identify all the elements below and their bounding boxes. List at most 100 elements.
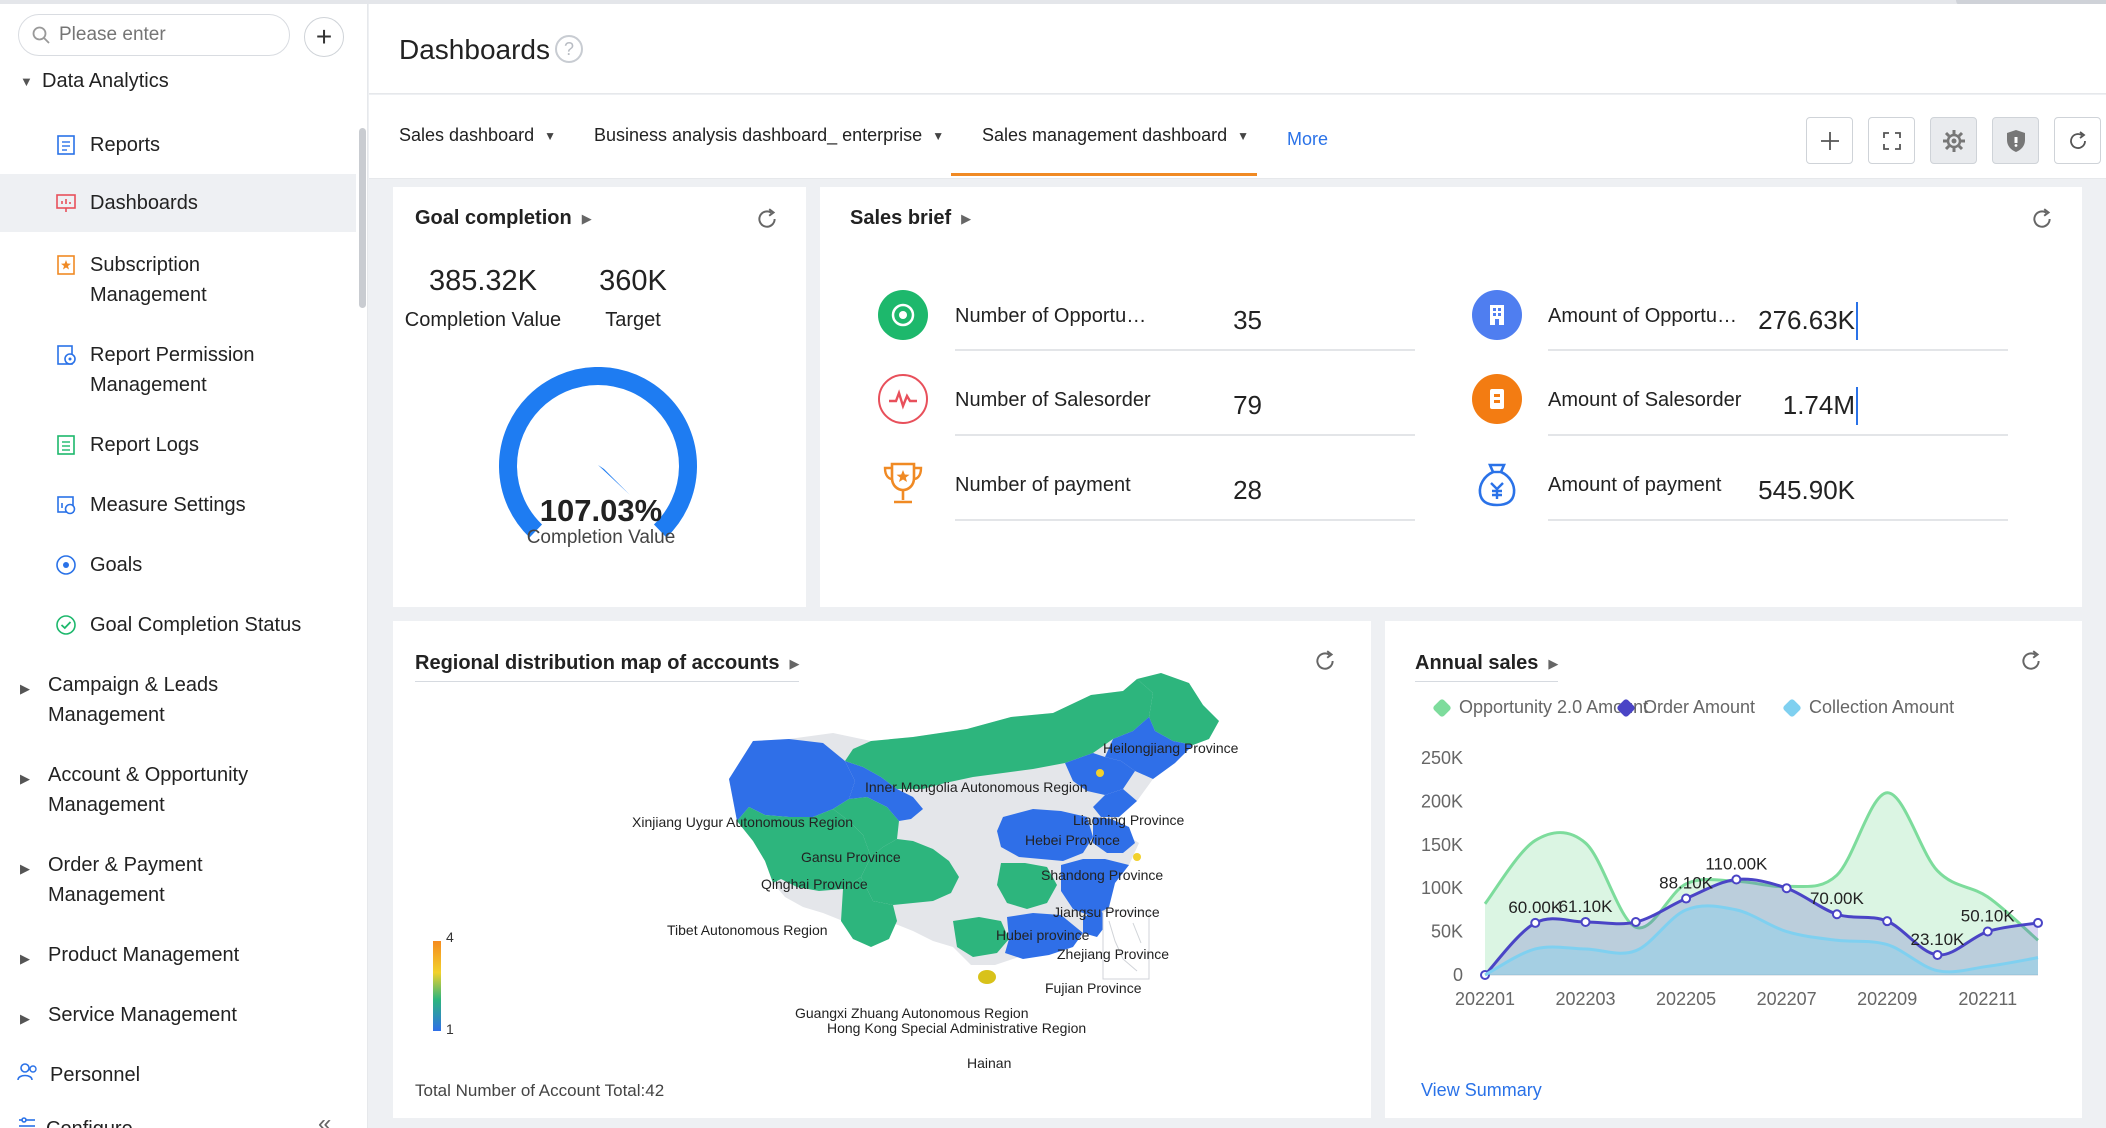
settings-button[interactable] — [1930, 117, 1977, 164]
sidebar-item-goal-completion-status[interactable]: Goal Completion Status — [0, 610, 356, 640]
data-label: 61.10K — [1559, 897, 1614, 916]
map-label: Hebei Province — [1025, 832, 1120, 848]
caret-right-icon: ▶ — [20, 861, 30, 876]
sidebar-item-goals[interactable]: Goals — [0, 550, 356, 580]
nav-item-label: Configure — [46, 1114, 133, 1128]
nav-section-product[interactable]: ▶ Product Management — [0, 940, 356, 974]
x-tick-label: 202211 — [1958, 989, 2017, 1009]
data-label: 70.00K — [1810, 889, 1865, 908]
sidebar-item-report-permission[interactable]: Report Permission Management — [0, 340, 356, 400]
chevron-down-icon: ▼ — [1237, 128, 1250, 143]
sidebar-item-label: Measure Settings — [90, 494, 246, 516]
map-footer: Total Number of Account Total:42 — [415, 1081, 665, 1100]
divider — [955, 349, 1415, 351]
card-title[interactable]: Goal completion ▶ — [415, 207, 592, 230]
add-dashboard-button[interactable] — [1806, 117, 1853, 164]
nav-section-service[interactable]: ▶ Service Management — [0, 1000, 356, 1034]
nav-section-campaign-leads[interactable]: ▶ Campaign & Leads Management — [0, 670, 356, 730]
help-icon[interactable]: ? — [555, 35, 583, 63]
brief-label: Number of Salesorder — [955, 389, 1151, 411]
scale-max-label: 4 — [446, 929, 454, 945]
goal-icon — [54, 553, 78, 577]
measure-settings-icon — [54, 493, 78, 517]
sidebar-item-measure-settings[interactable]: Measure Settings — [0, 490, 356, 520]
search-input[interactable] — [59, 24, 259, 46]
data-label: 23.10K — [1911, 930, 1966, 949]
y-tick-label: 250K — [1421, 748, 1463, 768]
data-label: 60.00K — [1508, 898, 1563, 917]
scale-min-label: 1 — [446, 1021, 454, 1037]
fullscreen-button[interactable] — [1868, 117, 1915, 164]
caret-right-icon: ▶ — [961, 210, 972, 226]
more-tabs-link[interactable]: More — [1287, 129, 1328, 150]
map-label: Hubei province — [996, 927, 1090, 943]
collapse-sidebar-icon[interactable]: « — [318, 1110, 331, 1128]
card-title-text: Sales brief — [850, 207, 952, 229]
sidebar-item-subscription[interactable]: Subscription Management — [0, 250, 356, 310]
trophy-icon — [878, 459, 928, 509]
caret-right-icon: ▶ — [581, 210, 592, 226]
sidebar-item-label: Subscription Management — [90, 254, 207, 306]
y-tick-label: 150K — [1421, 835, 1463, 855]
personnel-icon — [16, 1060, 50, 1093]
brief-value: 28 — [1233, 475, 1262, 505]
permission-button[interactable] — [1992, 117, 2039, 164]
caret-right-icon: ▶ — [20, 951, 30, 966]
series-order-point — [1580, 916, 1591, 927]
nav-section-data-analytics[interactable]: ▼ Data Analytics — [0, 70, 356, 93]
nav-section-label: Service Management — [48, 1004, 237, 1026]
caret-down-icon: ▼ — [20, 74, 33, 89]
map-label: Tibet Autonomous Region — [667, 922, 828, 938]
sidebar-item-label: Dashboards — [90, 192, 198, 214]
caret-right-icon: ▶ — [20, 1011, 30, 1026]
sidebar-item-reports[interactable]: Reports — [0, 130, 356, 178]
sidebar-item-dashboards[interactable]: Dashboards — [0, 174, 356, 232]
nav-section-order-payment[interactable]: ▶ Order & Payment Management — [0, 850, 356, 910]
fullscreen-icon — [1882, 131, 1901, 150]
region-hainan[interactable] — [978, 970, 996, 984]
refresh-dashboard-button[interactable] — [2054, 117, 2101, 164]
nav-section-account-opportunity[interactable]: ▶ Account & Opportunity Management — [0, 760, 356, 820]
nav-section-label: Campaign & Leads Management — [48, 674, 219, 726]
dashboard-tabs: Sales dashboard ▼ Business analysis dashb… — [369, 95, 2106, 179]
search-box[interactable] — [18, 14, 290, 56]
gear-icon — [1942, 129, 1965, 152]
log-icon — [54, 433, 78, 457]
card-title[interactable]: Sales brief ▶ — [850, 207, 971, 230]
divider — [1548, 434, 2008, 436]
tab-label: Business analysis dashboard_ enterprise — [594, 125, 923, 145]
refresh-icon[interactable] — [755, 207, 779, 231]
gauge-needle — [598, 465, 630, 495]
add-button[interactable]: + — [304, 17, 344, 57]
brief-label: Number of payment — [955, 474, 1131, 496]
chevron-down-icon: ▼ — [932, 128, 945, 143]
map-label: Hainan — [967, 1055, 1012, 1071]
y-tick-label: 200K — [1421, 791, 1463, 811]
tab-sales-management[interactable]: Sales management dashboard ▼ — [982, 125, 1249, 146]
map-label: Qinghai Province — [761, 876, 868, 892]
view-summary-link[interactable]: View Summary — [1421, 1080, 1542, 1101]
series-order-point — [1932, 949, 1943, 960]
report-icon — [54, 133, 78, 157]
sidebar-item-report-logs[interactable]: Report Logs — [0, 430, 356, 460]
tab-label: Sales dashboard — [399, 125, 535, 145]
map-label: Inner Mongolia Autonomous Region — [865, 779, 1088, 795]
sidebar: + ▼ Data Analytics Reports Dashboards Sub… — [0, 4, 368, 1128]
tab-business-analysis[interactable]: Business analysis dashboard_ enterprise ▼ — [594, 125, 944, 146]
page-title: Dashboards — [399, 34, 550, 65]
refresh-icon[interactable] — [2030, 207, 2054, 231]
plus-icon — [1820, 131, 1839, 150]
tab-label: Sales management dashboard — [982, 125, 1228, 145]
nav-item-configure[interactable]: Configure — [0, 1114, 356, 1128]
nav-item-personnel[interactable]: Personnel — [0, 1060, 356, 1093]
map-label: Shandong Province — [1041, 867, 1164, 883]
y-tick-label: 50K — [1431, 922, 1463, 942]
sidebar-scrollbar[interactable] — [359, 128, 366, 308]
sidebar-item-label: Goal Completion Status — [90, 614, 302, 636]
caret-right-icon: ▶ — [20, 771, 30, 786]
region-shanghai[interactable] — [1133, 853, 1141, 861]
tab-sales-dashboard[interactable]: Sales dashboard ▼ — [399, 125, 556, 146]
gauge-label: Completion Value — [526, 527, 676, 548]
nav-section-label: Order & Payment Management — [48, 854, 203, 906]
plus-icon: + — [315, 21, 333, 52]
